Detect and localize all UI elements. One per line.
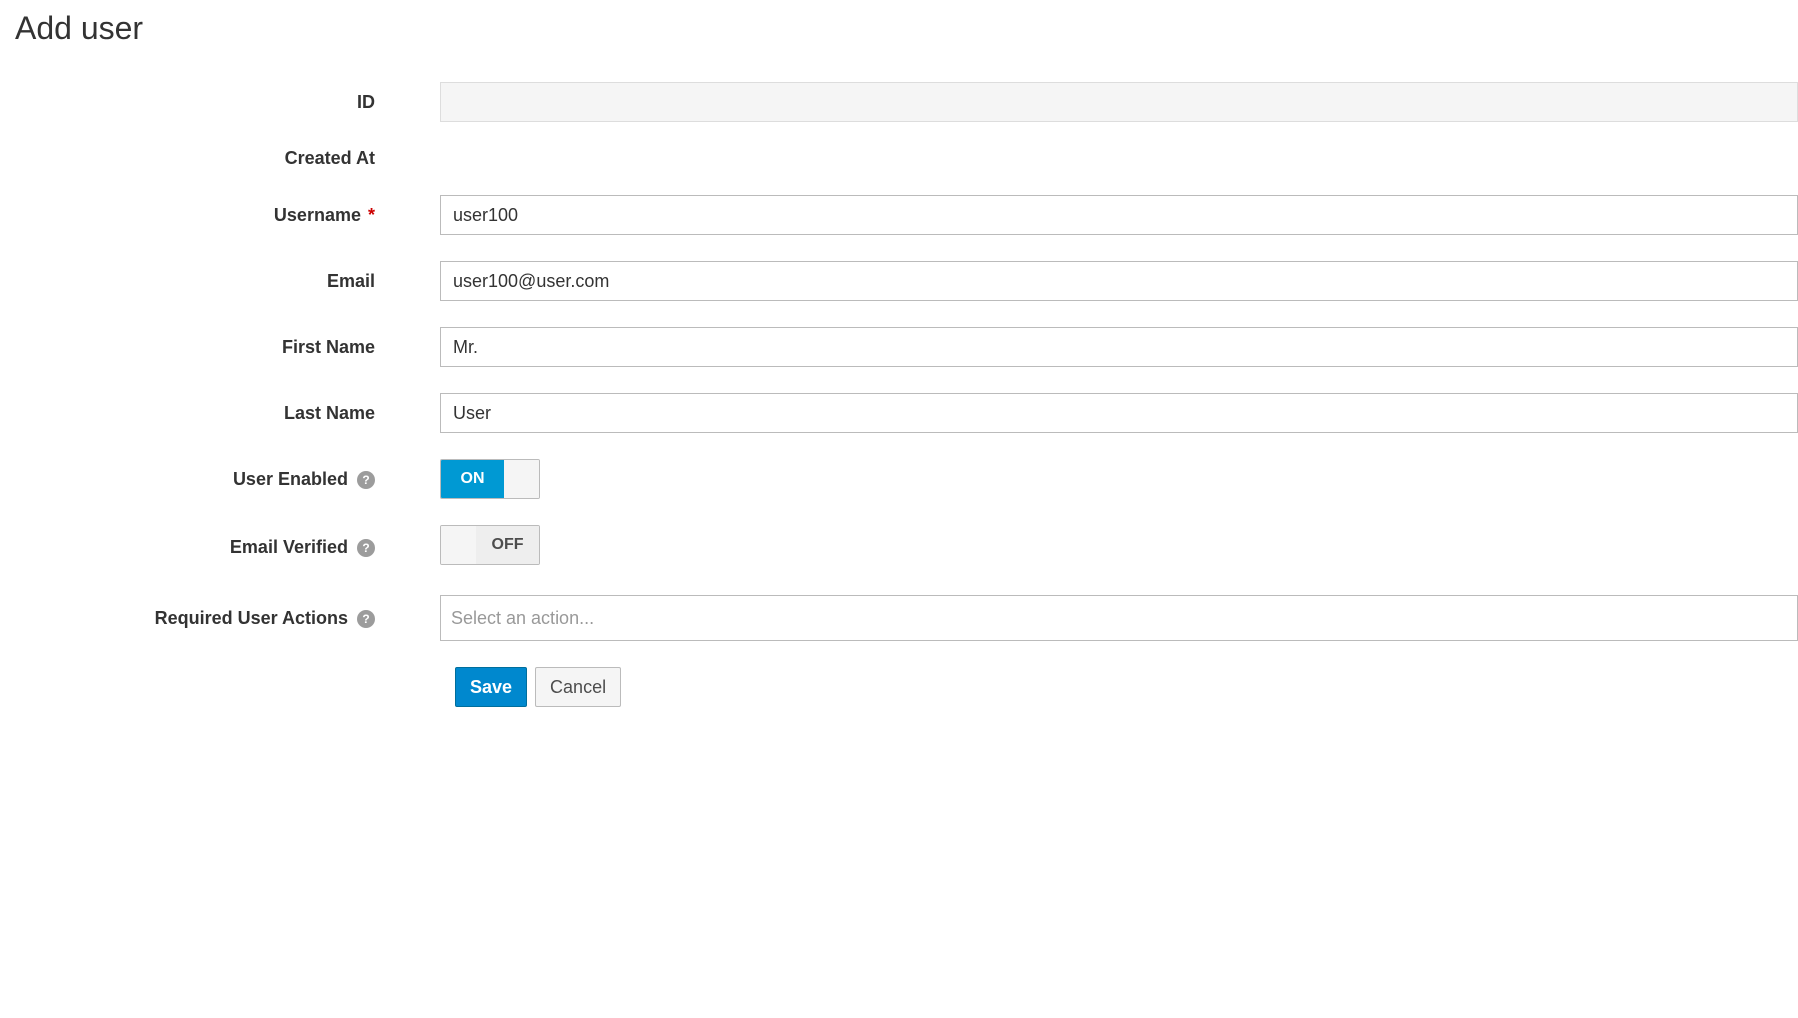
row-user-enabled: User Enabled ? ON [15, 459, 1798, 499]
user-enabled-toggle[interactable]: ON [440, 459, 540, 499]
last-name-field[interactable] [440, 393, 1798, 433]
button-row: Save Cancel [15, 667, 1798, 707]
label-user-enabled: User Enabled [233, 469, 348, 489]
label-email: Email [15, 271, 390, 292]
label-last-name: Last Name [15, 403, 390, 424]
row-email-verified: Email Verified ? OFF [15, 525, 1798, 569]
label-email-verified: Email Verified [230, 537, 348, 557]
help-icon[interactable]: ? [357, 539, 375, 557]
label-id: ID [15, 92, 390, 113]
email-verified-toggle[interactable]: OFF [440, 525, 540, 565]
row-last-name: Last Name [15, 393, 1798, 433]
toggle-on-label: ON [441, 460, 504, 498]
row-created-at: Created At [15, 148, 1798, 169]
label-username: Username [274, 205, 361, 225]
row-required-user-actions: Required User Actions ? Select an action… [15, 595, 1798, 641]
username-field[interactable] [440, 195, 1798, 235]
row-username: Username * [15, 195, 1798, 235]
required-marker: * [368, 205, 375, 225]
label-created-at: Created At [15, 148, 390, 169]
first-name-field[interactable] [440, 327, 1798, 367]
help-icon[interactable]: ? [357, 471, 375, 489]
row-id: ID [15, 82, 1798, 122]
email-field[interactable] [440, 261, 1798, 301]
id-field [440, 82, 1798, 122]
row-first-name: First Name [15, 327, 1798, 367]
label-required-user-actions: Required User Actions [155, 608, 348, 628]
toggle-off-label: OFF [476, 526, 539, 564]
label-first-name: First Name [15, 337, 390, 358]
help-icon[interactable]: ? [357, 610, 375, 628]
cancel-button[interactable]: Cancel [535, 667, 621, 707]
row-email: Email [15, 261, 1798, 301]
save-button[interactable]: Save [455, 667, 527, 707]
page-title: Add user [15, 10, 1798, 47]
required-user-actions-select[interactable]: Select an action... [440, 595, 1798, 641]
toggle-knob [504, 460, 539, 498]
toggle-knob [441, 526, 476, 564]
